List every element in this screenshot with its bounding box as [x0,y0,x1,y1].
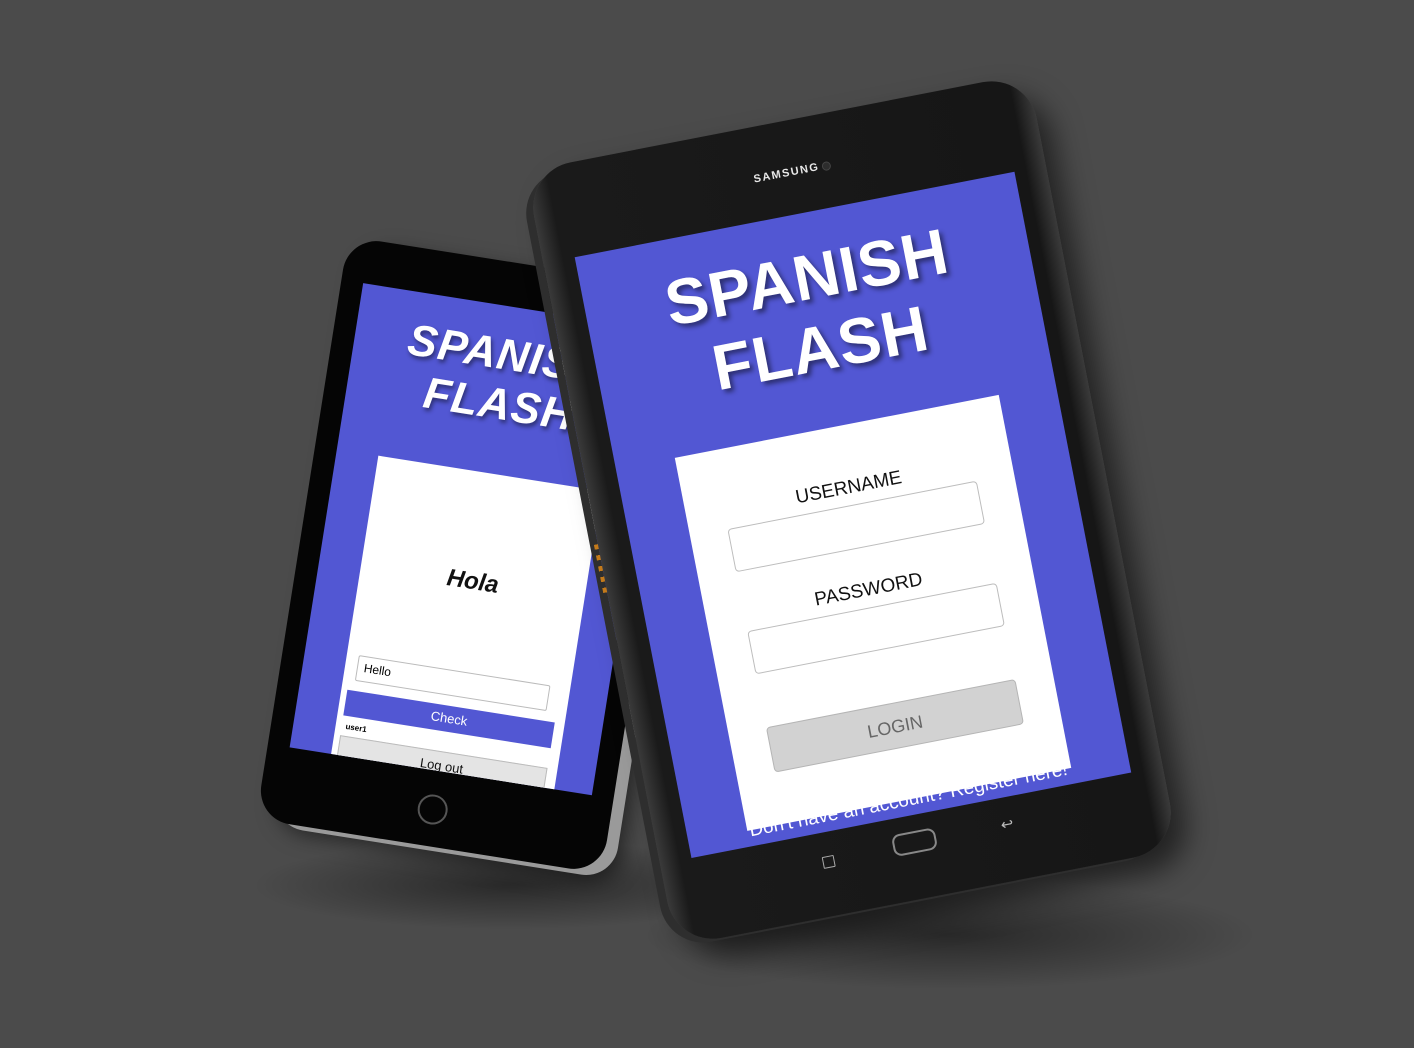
recent-apps-icon[interactable] [821,854,836,869]
flashcard-panel: Hola Hello Check user1 Log out [325,455,602,796]
back-icon[interactable]: ↩ [999,814,1015,834]
login-button[interactable]: LOGIN [765,678,1025,773]
home-button-icon[interactable] [890,827,939,858]
login-panel: USERNAME PASSWORD LOGIN [674,394,1072,831]
front-tablet: SAMSUNG SPANISH FLASH USERNAME PASSWORD … [525,73,1179,947]
username-label: user1 [344,721,368,735]
flashcard-word: Hola [445,564,501,599]
